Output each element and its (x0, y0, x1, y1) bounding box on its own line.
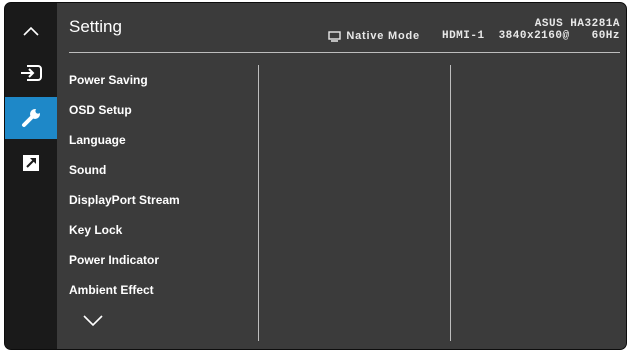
osd-window: Setting ASUS HA3281A Native Mode HDMI-1 … (4, 2, 627, 350)
input-source: HDMI-1 (441, 30, 485, 42)
monitor-icon (328, 30, 342, 42)
menu-item-sound[interactable]: Sound (69, 155, 180, 185)
menu-item-power-saving[interactable]: Power Saving (69, 65, 180, 95)
header-divider (69, 52, 620, 53)
column-divider (258, 65, 259, 341)
refresh-rate: 60Hz (591, 30, 620, 42)
menu-item-ambient-effect[interactable]: Ambient Effect (69, 275, 180, 305)
input-select-button[interactable] (5, 53, 57, 93)
chevron-up-icon (23, 26, 39, 36)
scroll-up-button[interactable] (5, 13, 57, 49)
menu-item-language[interactable]: Language (69, 125, 180, 155)
chevron-down-icon (83, 315, 103, 327)
wrench-icon (22, 108, 41, 127)
settings-menu: Power Saving OSD Setup Language Sound Di… (69, 65, 180, 305)
left-sidebar (5, 3, 57, 349)
menu-item-osd-setup[interactable]: OSD Setup (69, 95, 180, 125)
status-line: Native Mode HDMI-1 3840x2160@ 60Hz (328, 30, 620, 42)
shortcut-button[interactable] (5, 143, 57, 183)
scroll-down-button[interactable] (83, 313, 103, 331)
input-select-icon (21, 65, 42, 81)
menu-item-key-lock[interactable]: Key Lock (69, 215, 180, 245)
mode-label: Native Mode (346, 30, 420, 42)
main-panel: Setting ASUS HA3281A Native Mode HDMI-1 … (57, 3, 626, 349)
menu-item-power-indicator[interactable]: Power Indicator (69, 245, 180, 275)
menu-item-displayport-stream[interactable]: DisplayPort Stream (69, 185, 180, 215)
column-divider (450, 65, 451, 341)
page-title: Setting (69, 17, 122, 36)
settings-button[interactable] (5, 97, 57, 139)
model-name: ASUS HA3281A (534, 18, 620, 30)
resolution: 3840x2160@ (498, 30, 570, 42)
shortcut-arrow-icon (23, 155, 39, 171)
